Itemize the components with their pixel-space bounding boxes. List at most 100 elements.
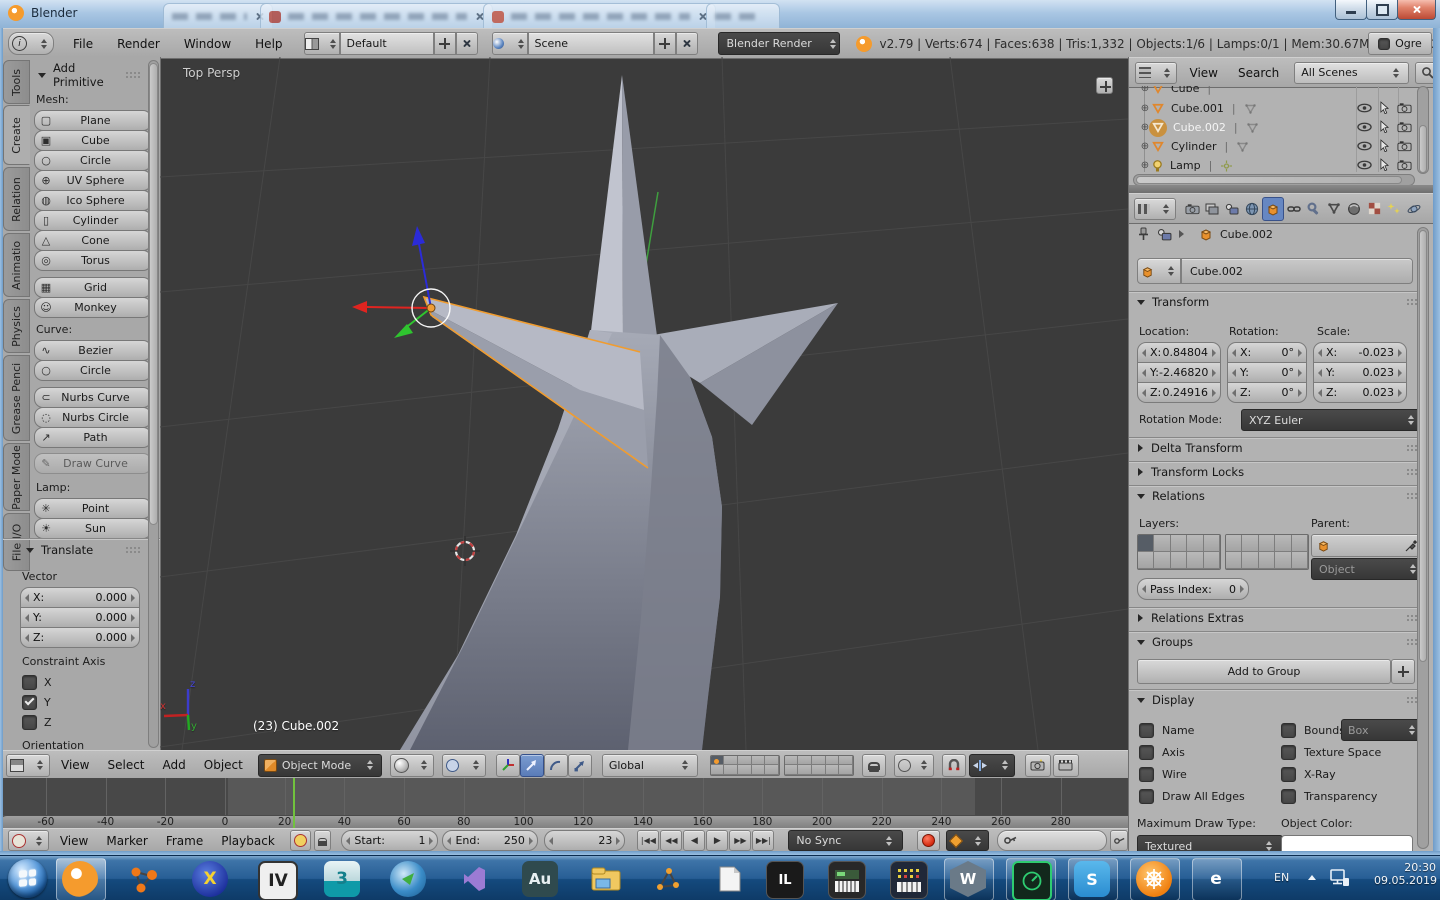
shelf-tab-animation[interactable]: Animatio (3, 233, 30, 297)
tab-physics[interactable] (1404, 198, 1424, 220)
scale-z-field[interactable]: Z:0.023 (1313, 382, 1407, 403)
shelf-tab-tools[interactable]: Tools (3, 60, 30, 104)
taskbar-document-app-icon[interactable] (712, 861, 748, 897)
outliner-vscrollbar[interactable] (1417, 86, 1429, 174)
cursor-3d[interactable] (450, 536, 480, 566)
scrollbar-thumb[interactable] (1136, 176, 1402, 184)
display-texture-space-checkbox[interactable]: Texture Space (1281, 745, 1381, 760)
keying-set-field[interactable] (997, 830, 1108, 851)
display-bounds-checkbox[interactable]: Bounds (1281, 723, 1345, 738)
object-name[interactable]: Cube.002 (1173, 121, 1226, 134)
scale-manipulator-button[interactable] (568, 754, 592, 777)
add-uv-sphere-button[interactable]: ⊕UV Sphere (34, 170, 152, 191)
checkbox-x[interactable] (22, 675, 37, 690)
menu-tl-frame[interactable]: Frame (161, 834, 208, 848)
checkbox[interactable] (1281, 745, 1296, 760)
taskbar-gta4-icon[interactable]: IV (258, 861, 298, 900)
add-to-group-button[interactable]: Add to Group (1137, 659, 1391, 684)
tray-clock[interactable]: 20:30 09.05.2019 (1374, 861, 1436, 887)
object-id-icon-button[interactable] (1137, 258, 1181, 284)
parent-type-select[interactable]: Object (1311, 558, 1427, 580)
tab-texture[interactable] (1364, 198, 1384, 220)
tab-world[interactable] (1242, 198, 1262, 220)
transform-orientation-select[interactable]: Global (602, 754, 698, 777)
object-name[interactable]: Cube.001 (1171, 102, 1224, 115)
snap-toggle-button[interactable] (942, 754, 966, 777)
scale-x-field[interactable]: X:-0.023 (1313, 342, 1407, 363)
browser-tab-ghost[interactable] (483, 3, 716, 29)
mesh-central-spike[interactable] (590, 75, 657, 344)
taskbar-directx-icon[interactable]: X (192, 861, 228, 897)
rotation-z-field[interactable]: Z:0° (1227, 382, 1307, 403)
renderable-camera-icon[interactable] (1397, 159, 1412, 171)
keying-set-options-button[interactable] (1110, 830, 1128, 851)
add-point-lamp-button[interactable]: ✳Point (34, 498, 152, 519)
vector-z-field[interactable]: Z:0.000 (20, 627, 140, 648)
display-xray-checkbox[interactable]: X-Ray (1281, 767, 1336, 782)
menu-view[interactable]: View (56, 758, 94, 772)
tab-material[interactable] (1344, 198, 1364, 220)
add-circle-curve-button[interactable]: ○Circle (34, 360, 152, 381)
viewport-shading-select[interactable] (390, 754, 434, 777)
browser-tab-ghost[interactable] (260, 3, 493, 29)
taskbar-fl-studio-icon[interactable]: IL (766, 861, 804, 899)
add-cone-button[interactable]: △Cone (34, 230, 152, 251)
close-button[interactable] (1397, 0, 1436, 20)
timeline-track[interactable] (0, 778, 1128, 815)
rotation-x-field[interactable]: X:0° (1227, 342, 1307, 363)
taskbar-molecule-app-icon[interactable] (126, 861, 162, 897)
outliner-filter-select[interactable]: All Scenes (1294, 62, 1409, 84)
tab-object-active[interactable] (1262, 197, 1284, 221)
add-ico-sphere-button[interactable]: ◍Ico Sphere (34, 190, 152, 211)
snap-element-select[interactable] (969, 754, 1015, 777)
shelf-tab-physics[interactable]: Physics (3, 299, 30, 353)
menu-add[interactable]: Add (158, 758, 191, 772)
relations-extras-panel-header[interactable]: Relations Extras (1129, 611, 1429, 625)
expand-icon[interactable]: ⊕ (1139, 141, 1151, 152)
add-sun-lamp-button[interactable]: ☀Sun (34, 518, 152, 539)
lock-to-scene-button[interactable] (862, 754, 886, 777)
menu-help[interactable]: Help (250, 37, 287, 51)
tab-render-layers[interactable] (1202, 198, 1222, 220)
z-axis-handle[interactable] (412, 226, 425, 246)
checkbox-z[interactable] (22, 715, 37, 730)
menu-tl-marker[interactable]: Marker (101, 834, 152, 848)
taskbar-helm-app-icon[interactable] (1136, 861, 1172, 897)
screen-layout-icon-button[interactable] (304, 32, 340, 55)
draw-curve-button[interactable]: ✎Draw Curve (34, 453, 152, 474)
scale-y-field[interactable]: Y:0.023 (1313, 362, 1407, 383)
display-wire-checkbox[interactable]: Wire (1139, 767, 1187, 782)
translate-panel-header[interactable]: Translate (18, 543, 148, 557)
manipulator-toggle-button[interactable] (496, 754, 520, 777)
drag-dots-icon[interactable] (126, 547, 140, 553)
taskbar-speed-gauge-icon[interactable] (1012, 861, 1052, 900)
add-scene-button[interactable] (654, 32, 676, 55)
scrollbar-thumb[interactable] (1419, 125, 1427, 173)
location-z-field[interactable]: Z:0.24916 (1137, 382, 1221, 403)
max-draw-type-select[interactable]: Textured (1137, 835, 1283, 851)
properties-vscrollbar[interactable] (1417, 227, 1429, 849)
add-nurbs-circle-button[interactable]: ◌Nurbs Circle (34, 407, 152, 428)
parent-field[interactable] (1311, 534, 1423, 557)
add-path-button[interactable]: ↗Path (34, 427, 152, 448)
jump-to-start-button[interactable]: |◀◀ (637, 830, 659, 851)
shelf-tab-grease-pencil[interactable]: Grease Penci (3, 355, 30, 441)
menu-object[interactable]: Object (199, 758, 248, 772)
menu-select[interactable]: Select (102, 758, 149, 772)
breadcrumb-object-name[interactable]: Cube.002 (1220, 228, 1273, 241)
add-grid-button[interactable]: ▦Grid (34, 277, 152, 298)
expand-region-button[interactable] (1096, 77, 1113, 94)
shelf-tab-paper-mode[interactable]: Paper Mode (3, 443, 30, 511)
ogre-checkbox[interactable] (1378, 38, 1390, 50)
layers-grid-a[interactable] (1137, 534, 1221, 570)
pass-index-field[interactable]: Pass Index:0 (1137, 578, 1249, 600)
constraint-z[interactable]: Z (22, 715, 52, 730)
rotation-y-field[interactable]: Y:0° (1227, 362, 1307, 383)
bounds-type-select[interactable]: Box (1341, 719, 1425, 741)
editor-type-outliner-button[interactable] (1135, 62, 1177, 84)
drag-dots-icon[interactable] (126, 72, 140, 78)
object-name[interactable]: Cube (1171, 86, 1199, 95)
add-cylinder-button[interactable]: ▯Cylinder (34, 210, 152, 231)
rotate-manipulator-button[interactable] (544, 754, 568, 777)
opengl-render-anim-button[interactable] (1053, 754, 1079, 777)
